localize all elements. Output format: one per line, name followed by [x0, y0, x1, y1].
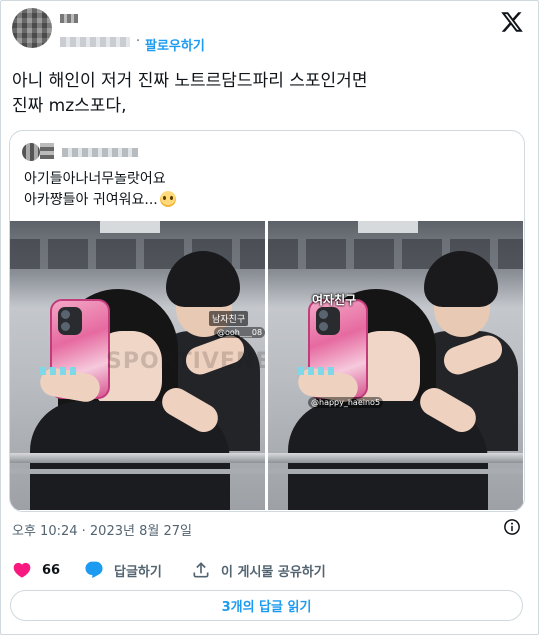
read-replies-button[interactable]: 3개의 답글 읽기: [10, 590, 523, 621]
photo-railing: [10, 469, 265, 474]
tweet-text-line: 아니 해인이 저거 진짜 노트르담드파리 스포인거면: [12, 71, 368, 91]
photo-railing: [268, 469, 523, 474]
share-icon: [193, 562, 209, 578]
quoted-text-line: 아기들아나너무놀랏어요: [24, 171, 166, 187]
pleading-face-emoji-icon: [159, 191, 176, 207]
x-logo-icon[interactable]: [500, 10, 524, 34]
photo-railing: [268, 453, 523, 463]
share-label: 이 게시물 공유하기: [221, 564, 326, 580]
post-timestamp[interactable]: 오후 10:24 · 2023년 8월 27일: [12, 520, 192, 539]
follow-button[interactable]: 팔로우하기: [145, 35, 205, 54]
info-icon[interactable]: [503, 518, 521, 536]
camera-icon: [58, 307, 82, 335]
photo-label-handle: @happy_haeino5: [308, 397, 384, 408]
photo-figure: [298, 367, 338, 375]
photo-figure: [40, 367, 80, 375]
author-avatar[interactable]: [12, 8, 52, 48]
reply-bubble-icon: [85, 561, 103, 579]
like-button[interactable]: 66: [12, 560, 60, 580]
reply-button[interactable]: 답글하기: [84, 560, 162, 580]
like-count: 66: [42, 562, 61, 578]
tweet-text-line: 진짜 mz스포다,: [12, 96, 127, 116]
media-photo-right[interactable]: 여자친구 @happy_haeino5: [268, 221, 523, 510]
quoted-author-name-redacted: [40, 143, 54, 159]
quoted-author-avatar: [22, 143, 40, 161]
camera-icon: [316, 307, 340, 335]
reply-label: 답글하기: [114, 564, 162, 580]
photo-label-handle: @ooh___08: [214, 327, 265, 338]
author-name-redacted[interactable]: [60, 14, 78, 23]
quoted-author-handle-redacted: [62, 148, 138, 157]
quoted-text-line: 아카쨩들아 귀여워요...: [24, 192, 158, 208]
heart-icon: [13, 562, 31, 578]
ceiling-light: [358, 221, 418, 233]
ceiling-light: [100, 221, 160, 233]
share-button[interactable]: 이 게시물 공유하기: [191, 560, 326, 580]
tweet-text: 아니 해인이 저거 진짜 노트르담드파리 스포인거면 진짜 mz스포다,: [12, 69, 512, 119]
photo-label-girlfriend: 여자친구: [312, 293, 357, 307]
photo-label-boyfriend: 남자친구: [209, 311, 249, 326]
media-photo-left[interactable]: 남자친구 @ooh___08 SPORTIVENEWS: [10, 221, 265, 510]
quoted-post[interactable]: 아기들아나너무놀랏어요 아카쨩들아 귀여워요... 남자친구 @ooh___08…: [9, 130, 525, 512]
separator-dot: ·: [136, 34, 141, 49]
photo-railing: [10, 453, 265, 463]
photo-watermark: SPORTIVENEWS: [106, 349, 265, 374]
action-bar: 66 답글하기 이 게시물 공유하기: [0, 560, 539, 584]
quoted-post-text: 아기들아나너무놀랏어요 아카쨩들아 귀여워요...: [24, 169, 176, 211]
author-handle-redacted[interactable]: [60, 37, 130, 47]
